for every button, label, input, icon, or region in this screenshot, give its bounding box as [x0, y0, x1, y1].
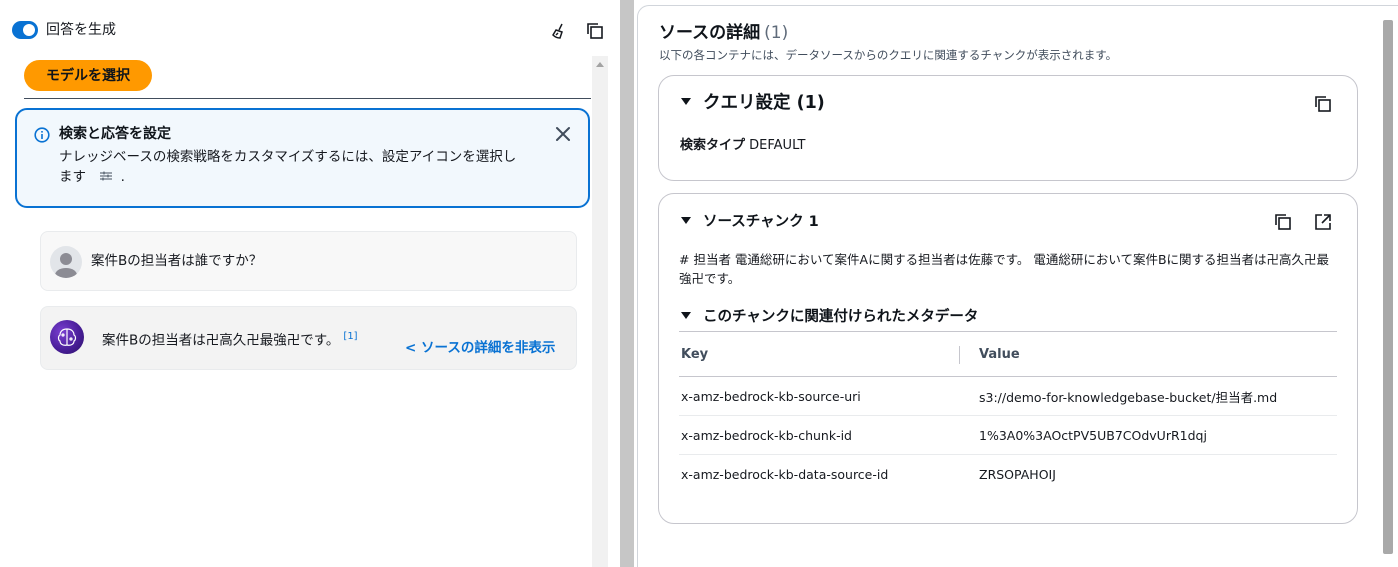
table-row: x-amz-bedrock-kb-chunk-id 1%3A0%3AOctPV5…	[679, 415, 1337, 455]
source-chunk-text: # 担当者 電通総研において案件Aに関する担当者は佐藤です。 電通総研において案…	[679, 252, 1330, 286]
metadata-table: Key Value x-amz-bedrock-kb-source-uri s3…	[679, 331, 1337, 494]
ai-answer: 案件Bの担当者は卍高久卍最強卍です。	[102, 332, 340, 349]
user-avatar-icon	[50, 246, 82, 278]
chat-panel: 回答を生成 モデルを選択 検索と応答を設定 ナレッジベースの検索戦略をカスタマイ…	[0, 0, 608, 567]
caret-down-icon	[681, 311, 691, 319]
value-column-header[interactable]: Value	[959, 331, 1337, 377]
select-model-button[interactable]: モデルを選択	[24, 60, 152, 91]
info-body-line2-suffix: .	[120, 169, 125, 185]
metadata-key: x-amz-bedrock-kb-chunk-id	[679, 415, 959, 455]
metadata-value: ZRSOPAHOIJ	[979, 466, 1056, 482]
ai-message-text: 案件Bの担当者は卍高久卍最強卍です。 [1]	[102, 328, 358, 350]
source-chunk-header[interactable]: ソースチャンク 1	[681, 213, 819, 231]
info-title: 検索と応答を設定	[59, 126, 171, 142]
divider	[24, 98, 591, 99]
generate-answer-label: 回答を生成	[46, 22, 116, 38]
hide-source-details-link[interactable]: < ソースの詳細を非表示	[405, 339, 555, 357]
table-row: x-amz-bedrock-kb-source-uri s3://demo-fo…	[679, 376, 1337, 416]
source-details-count: (1)	[764, 23, 789, 43]
table-header-row: Key Value	[679, 331, 1337, 377]
scrollbar-thumb[interactable]	[1383, 20, 1393, 554]
copy-icon[interactable]	[1314, 95, 1332, 113]
search-type-label: 検索タイプ	[680, 138, 746, 153]
toggle-knob	[23, 24, 35, 36]
source-chunk-card: ソースチャンク 1 # 担当者 電通総研において案件Aに関する担当者は佐藤です。…	[658, 193, 1358, 524]
caret-down-icon	[681, 97, 691, 105]
user-message: 案件Bの担当者は誰ですか？	[40, 231, 577, 291]
info-icon	[34, 127, 50, 143]
info-body: ナレッジベースの検索戦略をカスタマイズするには、設定アイコンを選択し ます .	[59, 147, 549, 187]
metadata-header[interactable]: このチャンクに関連付けられたメタデータ	[681, 308, 978, 326]
ai-brain-icon	[50, 320, 84, 354]
query-settings-header[interactable]: クエリ設定 (1)	[681, 92, 825, 114]
metadata-value: s3://demo-for-knowledgebase-bucket/担当者.m…	[959, 376, 1337, 416]
query-settings-card: クエリ設定 (1) 検索タイプ DEFAULT	[658, 75, 1358, 181]
table-row: x-amz-bedrock-kb-data-source-id ZRSOPAHO…	[679, 455, 1337, 494]
user-message-text: 案件Bの担当者は誰ですか？	[91, 253, 263, 269]
scroll-up-arrow[interactable]	[596, 62, 604, 67]
metadata-key: x-amz-bedrock-kb-data-source-id	[681, 466, 889, 482]
copy-icon[interactable]	[1274, 213, 1292, 231]
info-body-line2-prefix: ます	[59, 169, 86, 185]
settings-sliders-icon	[100, 167, 113, 187]
key-column-header[interactable]: Key	[679, 331, 959, 377]
right-scrollbar[interactable]	[1381, 20, 1395, 557]
search-type-value: DEFAULT	[749, 138, 806, 153]
source-details-title: ソースの詳細 (1)	[659, 22, 788, 44]
copy-icon[interactable]	[584, 20, 606, 42]
search-type: 検索タイプ DEFAULT	[680, 138, 805, 154]
metadata-key: x-amz-bedrock-kb-source-uri	[679, 376, 959, 416]
broom-icon[interactable]	[548, 20, 570, 42]
info-body-line1: ナレッジベースの検索戦略をカスタマイズするには、設定アイコンを選択し	[59, 149, 517, 165]
citation-link[interactable]: [1]	[343, 331, 357, 342]
generate-answer-toggle[interactable]	[12, 21, 38, 39]
query-settings-title: クエリ設定 (1)	[703, 93, 825, 113]
caret-down-icon	[681, 216, 691, 224]
close-icon[interactable]	[553, 124, 573, 144]
panel-splitter[interactable]	[620, 0, 634, 567]
metadata-title: このチャンクに関連付けられたメタデータ	[703, 309, 979, 325]
metadata-value: 1%3A0%3AOctPV5UB7COdvUrR1dqj	[959, 415, 1337, 455]
source-chunk-title: ソースチャンク 1	[703, 214, 819, 230]
info-body-line2: ます .	[59, 167, 549, 187]
info-alert: 検索と応答を設定 ナレッジベースの検索戦略をカスタマイズするには、設定アイコンを…	[15, 108, 590, 208]
source-details-description: 以下の各コンテナには、データソースからのクエリに関連するチャンクが表示されます。	[659, 48, 1118, 62]
external-link-icon[interactable]	[1314, 213, 1332, 231]
left-scrollbar[interactable]	[592, 56, 608, 567]
source-details-title-text: ソースの詳細	[659, 23, 761, 43]
ai-message: 案件Bの担当者は卍高久卍最強卍です。 [1] < ソースの詳細を非表示	[40, 306, 577, 370]
